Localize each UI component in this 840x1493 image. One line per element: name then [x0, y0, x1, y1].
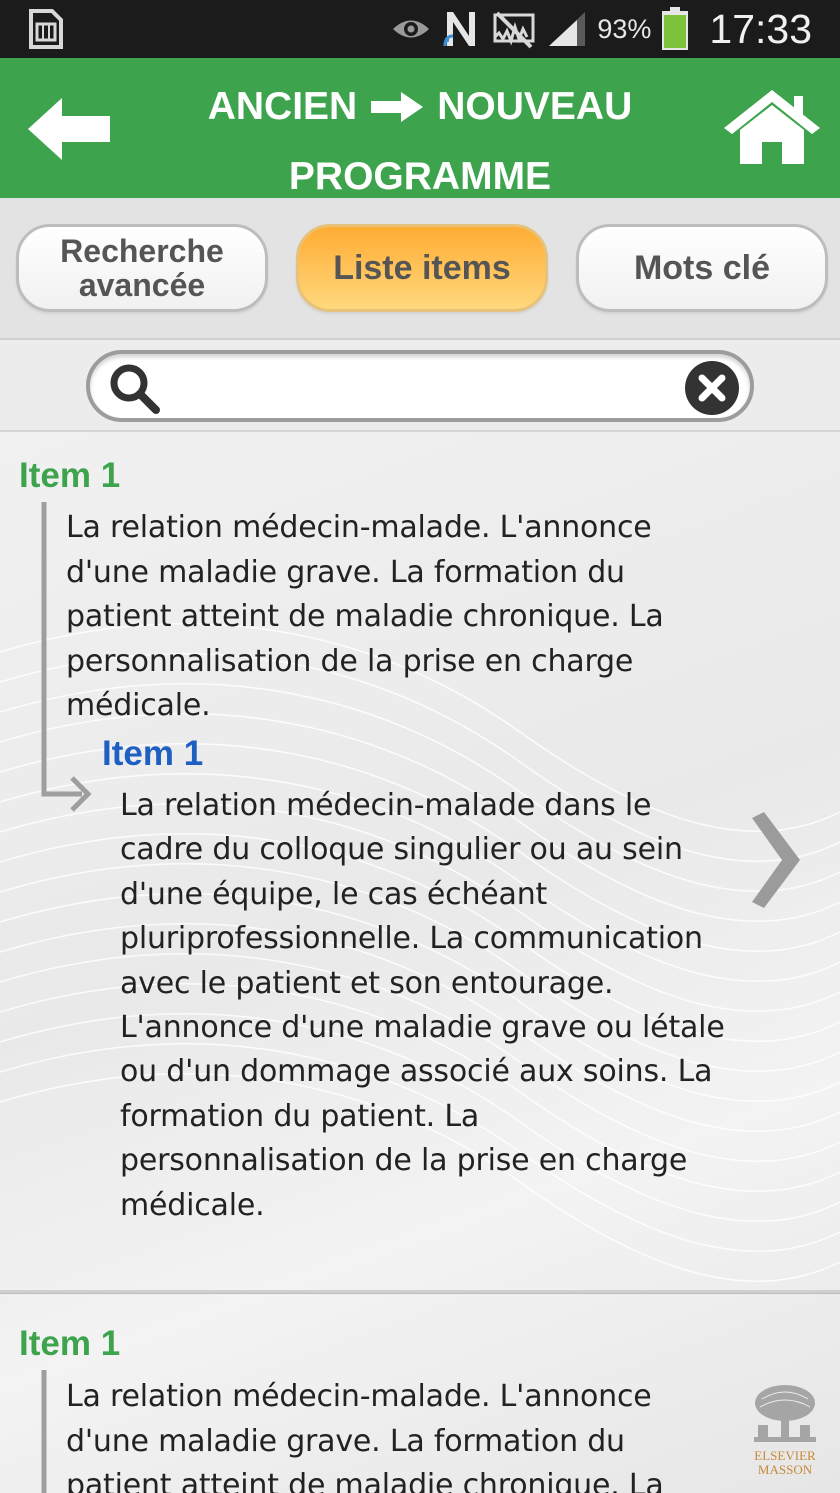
battery-icon: [662, 7, 689, 50]
app-header: ANCIEN NOUVEAU PROGRAMME: [0, 58, 840, 198]
title-nouveau: NOUVEAU: [437, 85, 633, 128]
search-icon: [110, 364, 160, 414]
clock: 17:33: [709, 5, 812, 52]
tab-bar: Recherche avancée Liste items Mots clé: [0, 198, 840, 340]
connector-arrow-icon: [41, 502, 92, 812]
right-arrow-icon: [371, 92, 424, 122]
search-input[interactable]: [170, 362, 670, 410]
publisher-logo: ELSEVIER MASSON: [748, 1381, 822, 1477]
publisher-line1: ELSEVIER: [754, 1448, 816, 1463]
list-item[interactable]: Item 1 La relation médecin-malade. L'ann…: [0, 1294, 840, 1493]
home-icon[interactable]: [722, 88, 822, 166]
signal-icon: [549, 12, 586, 46]
search-bar: [0, 340, 840, 432]
old-item-text: La relation médecin-malade. L'annonce d'…: [66, 1379, 664, 1493]
back-arrow-icon[interactable]: [26, 96, 112, 162]
page-title: ANCIEN NOUVEAU PROGRAMME: [140, 72, 700, 212]
tree-logo-icon: [754, 1385, 816, 1442]
tab-advanced-line2: avancée: [78, 267, 206, 303]
tab-advanced-line1: Recherche: [60, 233, 224, 269]
nfc-icon: [443, 12, 476, 47]
tab-keywords[interactable]: Mots clé: [576, 224, 828, 312]
old-item-text: La relation médecin-malade. L'annonce d'…: [66, 510, 664, 723]
status-bar: 93% 17:33: [0, 0, 840, 58]
new-item-label: Item 1: [102, 734, 204, 773]
old-item-label: Item 1: [19, 456, 121, 495]
list-item[interactable]: Item 1 La relation médecin-malade. L'ann…: [0, 432, 840, 1292]
tab-item-list[interactable]: Liste items: [296, 224, 548, 312]
tab-keywords-label: Mots clé: [633, 248, 771, 287]
mute-icon: [493, 11, 535, 49]
tab-item-list-label: Liste items: [333, 248, 511, 287]
eye-icon: [393, 20, 430, 38]
item-list: Item 1 La relation médecin-malade. L'ann…: [0, 432, 840, 1493]
tab-advanced-search[interactable]: Recherche avancée: [16, 224, 268, 312]
old-item-label: Item 1: [19, 1324, 121, 1363]
title-ancien: ANCIEN: [207, 85, 358, 128]
sim-card-icon: [29, 9, 63, 49]
clear-icon[interactable]: [684, 360, 740, 416]
publisher-line2: MASSON: [757, 1462, 813, 1477]
connector-line: [41, 1370, 47, 1493]
chevron-right-icon[interactable]: [746, 812, 802, 908]
new-item-text: La relation médecin-malade dans le cadre…: [120, 788, 725, 1223]
search-box: [86, 350, 754, 422]
battery-percent: 93%: [597, 13, 652, 44]
